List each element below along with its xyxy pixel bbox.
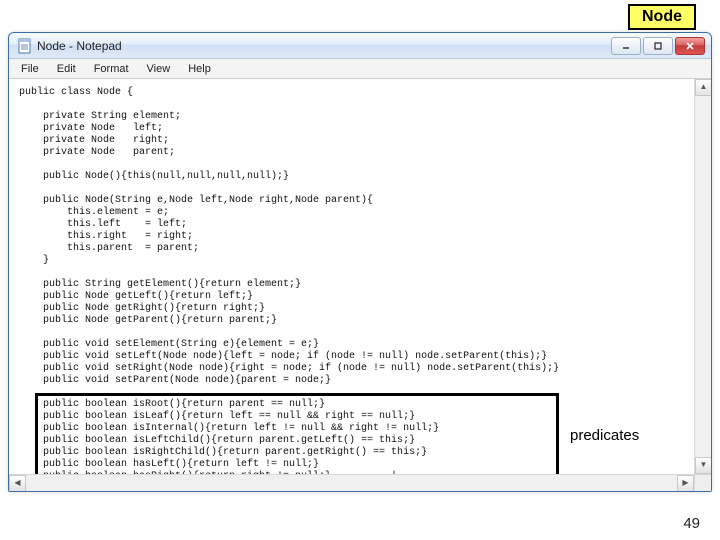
scroll-up-button[interactable]: ▲ bbox=[695, 79, 711, 96]
horizontal-scrollbar[interactable]: ◀ ▶ bbox=[9, 474, 694, 491]
page-number: 49 bbox=[683, 515, 700, 532]
notepad-icon bbox=[17, 38, 33, 54]
predicates-annotation: predicates bbox=[570, 427, 639, 444]
scrollbar-corner bbox=[694, 474, 711, 491]
node-label-text: Node bbox=[642, 8, 682, 25]
menu-help[interactable]: Help bbox=[180, 61, 219, 77]
titlebar[interactable]: Node - Notepad bbox=[9, 33, 711, 59]
window-controls bbox=[611, 37, 705, 55]
minimize-button[interactable] bbox=[611, 37, 641, 55]
scroll-left-button[interactable]: ◀ bbox=[9, 475, 26, 491]
scroll-right-button[interactable]: ▶ bbox=[677, 475, 694, 491]
menu-edit[interactable]: Edit bbox=[49, 61, 84, 77]
menu-format[interactable]: Format bbox=[86, 61, 137, 77]
maximize-button[interactable] bbox=[643, 37, 673, 55]
menu-view[interactable]: View bbox=[139, 61, 179, 77]
notepad-window: Node - Notepad File Edit Format View Hel… bbox=[8, 32, 712, 492]
window-title: Node - Notepad bbox=[37, 39, 611, 53]
menubar: File Edit Format View Help bbox=[9, 59, 711, 79]
scroll-v-track[interactable] bbox=[695, 96, 711, 457]
scroll-down-button[interactable]: ▼ bbox=[695, 457, 711, 474]
vertical-scrollbar[interactable]: ▲ ▼ bbox=[694, 79, 711, 474]
menu-file[interactable]: File bbox=[13, 61, 47, 77]
scroll-h-track[interactable] bbox=[26, 475, 677, 491]
node-label-box: Node bbox=[628, 4, 696, 30]
close-button[interactable] bbox=[675, 37, 705, 55]
